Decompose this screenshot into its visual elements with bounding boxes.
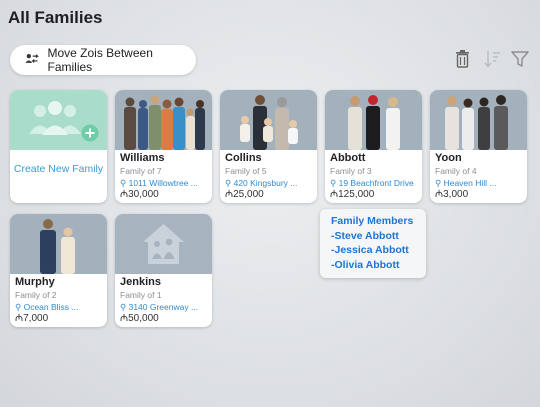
family-funds-value: 25,000	[233, 189, 264, 200]
family-card-collins[interactable]: Collins Family of 5 ⚲ 420 Kingsbury ... …	[220, 90, 317, 203]
location-pin-icon: ⚲	[15, 302, 24, 312]
family-funds: ₼125,000	[330, 189, 417, 201]
family-address: ⚲ Heaven Hill ...	[435, 177, 522, 189]
family-portrait	[10, 214, 107, 274]
family-funds-value: 7,000	[23, 313, 49, 324]
move-zois-button[interactable]: Move Zois Between Families	[10, 45, 196, 75]
family-funds: ₼25,000	[225, 189, 312, 201]
family-funds: ₼30,000	[120, 189, 207, 201]
family-portrait-image	[124, 95, 205, 150]
currency-icon: ₼	[120, 189, 129, 200]
family-card-murphy[interactable]: Murphy Family of 2 ⚲ Ocean Bliss ... ₼7,…	[10, 214, 107, 327]
family-portrait-image	[240, 95, 298, 150]
tooltip-title: Family Members	[331, 215, 414, 227]
family-funds: ₼3,000	[435, 189, 522, 201]
create-family-card[interactable]: Create New Family	[10, 90, 107, 203]
create-family-label: Create New Family	[13, 163, 104, 175]
family-address: ⚲ 3140 Greenway ...	[120, 301, 207, 313]
add-family-icon	[29, 101, 99, 142]
family-card-yoon[interactable]: Yoon Family of 4 ⚲ Heaven Hill ... ₼3,00…	[430, 90, 527, 203]
currency-icon: ₼	[120, 313, 129, 324]
location-pin-icon: ⚲	[330, 178, 339, 188]
family-name: Murphy	[15, 276, 55, 288]
family-name: Yoon	[435, 152, 462, 164]
currency-icon: ₼	[330, 189, 339, 200]
family-portrait	[325, 90, 422, 150]
family-funds-value: 30,000	[128, 189, 159, 200]
family-funds-value: 125,000	[338, 189, 375, 200]
family-portrait-image	[40, 219, 75, 274]
family-size: Family of 3	[330, 166, 372, 176]
family-placeholder	[115, 214, 212, 274]
family-size: Family of 7	[120, 166, 162, 176]
family-address: ⚲ 19 Beachfront Drive	[330, 177, 417, 189]
family-portrait	[220, 90, 317, 150]
tooltip-member: -Olivia Abbott	[331, 258, 400, 271]
location-pin-icon: ⚲	[120, 302, 129, 312]
family-name: Collins	[225, 152, 262, 164]
family-card-abbott[interactable]: Abbott Family of 3 ⚲ 19 Beachfront Drive…	[325, 90, 422, 203]
family-members-tooltip: Family Members -Steve Abbott -Jessica Ab…	[320, 209, 426, 278]
family-funds: ₼50,000	[120, 313, 207, 325]
family-address-text: Heaven Hill ...	[443, 178, 497, 188]
location-pin-icon: ⚲	[225, 178, 234, 188]
family-name: Jenkins	[120, 276, 161, 288]
family-size: Family of 5	[225, 166, 267, 176]
family-portrait-image	[348, 95, 400, 150]
move-zois-label: Move Zois Between Families	[47, 46, 153, 74]
tooltip-member: -Steve Abbott	[331, 229, 399, 242]
family-address-text: 3140 Greenway ...	[128, 302, 199, 312]
family-size: Family of 1	[120, 290, 162, 300]
family-card-jenkins[interactable]: Jenkins Family of 1 ⚲ 3140 Greenway ... …	[115, 214, 212, 327]
move-people-icon	[25, 53, 39, 63]
location-pin-icon: ⚲	[435, 178, 444, 188]
family-card-williams[interactable]: Williams Family of 7 ⚲ 1011 Willowtree .…	[115, 90, 212, 203]
family-address: ⚲ 420 Kingsbury ...	[225, 177, 312, 189]
family-address: ⚲ Ocean Bliss ...	[15, 301, 102, 313]
family-funds-value: 50,000	[128, 313, 159, 324]
family-funds: ₼7,000	[15, 313, 102, 325]
family-address-text: 1011 Willowtree ...	[128, 178, 198, 188]
family-address: ⚲ 1011 Willowtree ...	[120, 177, 207, 189]
page-title: All Families	[8, 8, 103, 27]
tooltip-member: -Jessica Abbott	[331, 244, 409, 256]
family-address-text: 19 Beachfront Drive	[338, 178, 414, 188]
create-family-banner	[10, 90, 107, 150]
family-name: Abbott	[330, 152, 366, 164]
filter-icon[interactable]	[511, 50, 529, 68]
family-address-text: 420 Kingsbury ...	[233, 178, 298, 188]
family-funds-value: 3,000	[443, 189, 469, 200]
currency-icon: ₼	[435, 189, 444, 200]
family-size: Family of 2	[15, 290, 57, 300]
family-address-text: Ocean Bliss ...	[23, 302, 79, 312]
location-pin-icon: ⚲	[120, 178, 129, 188]
trash-icon[interactable]	[455, 50, 470, 68]
currency-icon: ₼	[225, 189, 234, 200]
family-home-icon	[143, 224, 184, 264]
family-portrait	[430, 90, 527, 150]
currency-icon: ₼	[15, 313, 24, 324]
family-size: Family of 4	[435, 166, 477, 176]
family-portrait	[115, 90, 212, 150]
family-portrait-image	[445, 95, 508, 150]
sort-icon[interactable]	[484, 50, 501, 68]
family-name: Williams	[120, 152, 165, 164]
